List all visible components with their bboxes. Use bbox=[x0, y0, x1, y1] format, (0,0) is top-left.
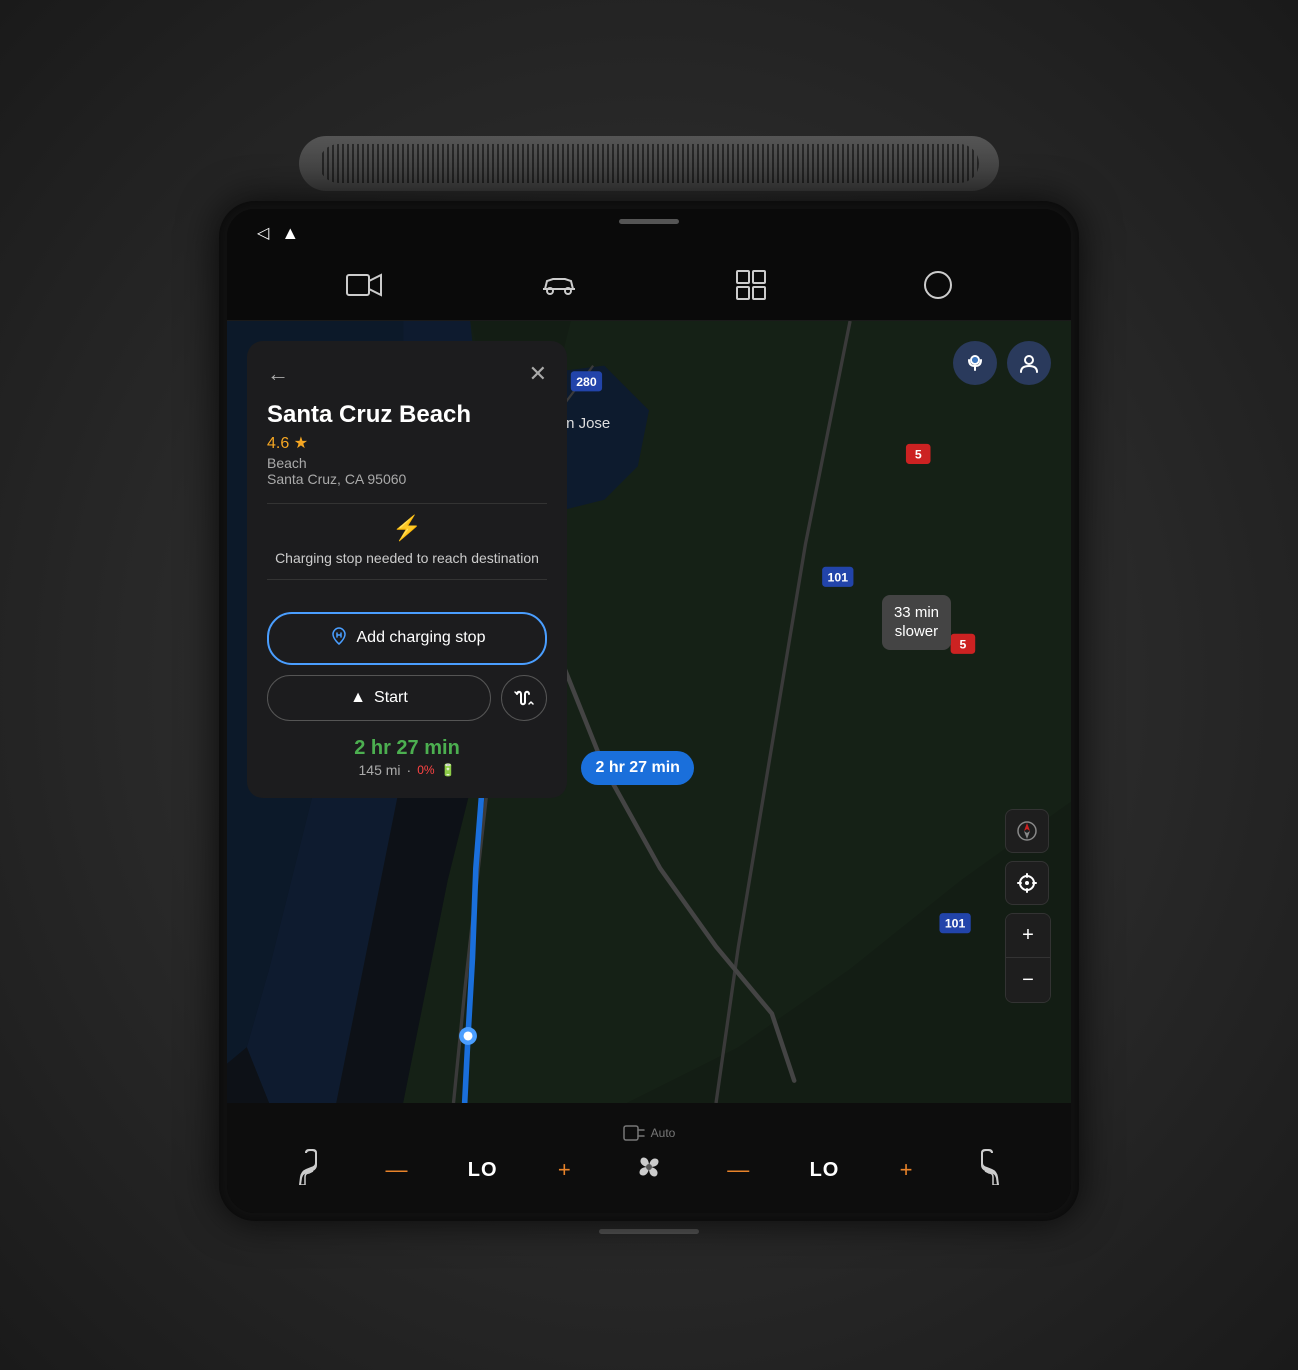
compass-button[interactable] bbox=[1005, 809, 1049, 853]
status-bar: ◁ ▲ bbox=[227, 209, 1071, 257]
voice-search-button[interactable] bbox=[953, 341, 997, 385]
speaker-grille bbox=[299, 136, 999, 191]
zoom-in-button[interactable]: + bbox=[1006, 914, 1050, 958]
start-nav-icon: ▲ bbox=[350, 689, 366, 707]
circle-nav-icon[interactable] bbox=[923, 270, 953, 307]
place-address: Santa Cruz, CA 95060 bbox=[267, 471, 547, 487]
svg-text:101: 101 bbox=[828, 570, 849, 584]
routes-button[interactable] bbox=[501, 675, 547, 721]
bottom-bar: Auto — LO + bbox=[227, 1103, 1071, 1213]
battery-icon: 🔋 bbox=[441, 763, 456, 777]
close-button[interactable]: ✕ bbox=[529, 361, 547, 387]
svg-text:101: 101 bbox=[945, 917, 966, 931]
route-distance: 145 mi bbox=[359, 762, 401, 778]
back-button[interactable]: ← bbox=[267, 361, 289, 387]
svg-text:5: 5 bbox=[960, 637, 967, 651]
right-temp-plus[interactable]: + bbox=[900, 1157, 913, 1183]
start-button[interactable]: ▲ Start bbox=[267, 675, 491, 721]
route-details: 145 mi · 0% 🔋 bbox=[267, 762, 547, 778]
bottom-handle bbox=[599, 1229, 699, 1234]
lightning-icon: ⚡ bbox=[267, 514, 547, 543]
navigation-icon: ◁ bbox=[257, 223, 269, 243]
charging-warning: ⚡ Charging stop needed to reach destinat… bbox=[267, 503, 547, 580]
right-temp-minus[interactable]: — bbox=[727, 1157, 749, 1183]
nav-bar bbox=[227, 257, 1071, 321]
start-label: Start bbox=[374, 689, 408, 707]
screen-bezel: ◁ ▲ bbox=[219, 201, 1079, 1221]
auto-label: Auto bbox=[623, 1125, 676, 1141]
screen-handle bbox=[619, 219, 679, 224]
svg-text:280: 280 bbox=[576, 375, 597, 389]
screen: ◁ ▲ bbox=[227, 209, 1071, 1213]
charging-pin-icon bbox=[329, 626, 349, 651]
right-seat-icon bbox=[973, 1149, 1001, 1192]
right-temp-level: LO bbox=[810, 1159, 840, 1182]
charging-warning-text: Charging stop needed to reach destinatio… bbox=[267, 549, 547, 569]
place-name: Santa Cruz Beach bbox=[267, 401, 547, 429]
wifi-icon: ▲ bbox=[281, 223, 299, 244]
climate-row: — LO + — bbox=[267, 1149, 1031, 1192]
route-time-label: 2 hr 27 min bbox=[581, 751, 693, 785]
grid-nav-icon[interactable] bbox=[736, 270, 766, 307]
route-time: 2 hr 27 min bbox=[267, 737, 547, 760]
slower-label: 33 minslower bbox=[882, 595, 951, 650]
zoom-controls: + − bbox=[1005, 913, 1051, 1003]
camera-nav-icon[interactable] bbox=[346, 271, 382, 306]
map-area[interactable]: 280 101 5 5 bbox=[227, 321, 1071, 1103]
dot-separator: · bbox=[407, 762, 412, 778]
map-controls-top bbox=[953, 341, 1051, 385]
route-info: 2 hr 27 min 145 mi · 0% 🔋 bbox=[267, 737, 547, 778]
map-controls-right: + − bbox=[1005, 809, 1051, 1003]
fan-icon bbox=[631, 1149, 667, 1192]
add-charging-stop-button[interactable]: Add charging stop bbox=[267, 612, 547, 665]
main-content: 280 101 5 5 bbox=[227, 321, 1071, 1103]
place-panel: ← ✕ Santa Cruz Beach 4.6 ★ Beach Santa C… bbox=[247, 341, 567, 798]
profile-button[interactable] bbox=[1007, 341, 1051, 385]
panel-header: ← ✕ bbox=[267, 361, 547, 387]
car-nav-icon[interactable] bbox=[539, 271, 579, 306]
zoom-out-button[interactable]: − bbox=[1006, 958, 1050, 1002]
svg-text:5: 5 bbox=[915, 447, 922, 461]
place-rating: 4.6 ★ bbox=[267, 433, 547, 453]
location-button[interactable] bbox=[1005, 861, 1049, 905]
place-category: Beach bbox=[267, 455, 547, 471]
car-interior: ◁ ▲ bbox=[0, 0, 1298, 1370]
action-buttons: ▲ Start bbox=[267, 675, 547, 721]
left-temp-level: LO bbox=[468, 1159, 498, 1182]
battery-percent: 0% bbox=[417, 763, 434, 777]
left-temp-plus[interactable]: + bbox=[558, 1157, 571, 1183]
add-charging-label: Add charging stop bbox=[357, 629, 486, 647]
left-seat-icon bbox=[297, 1149, 325, 1192]
left-temp-minus[interactable]: — bbox=[385, 1157, 407, 1183]
